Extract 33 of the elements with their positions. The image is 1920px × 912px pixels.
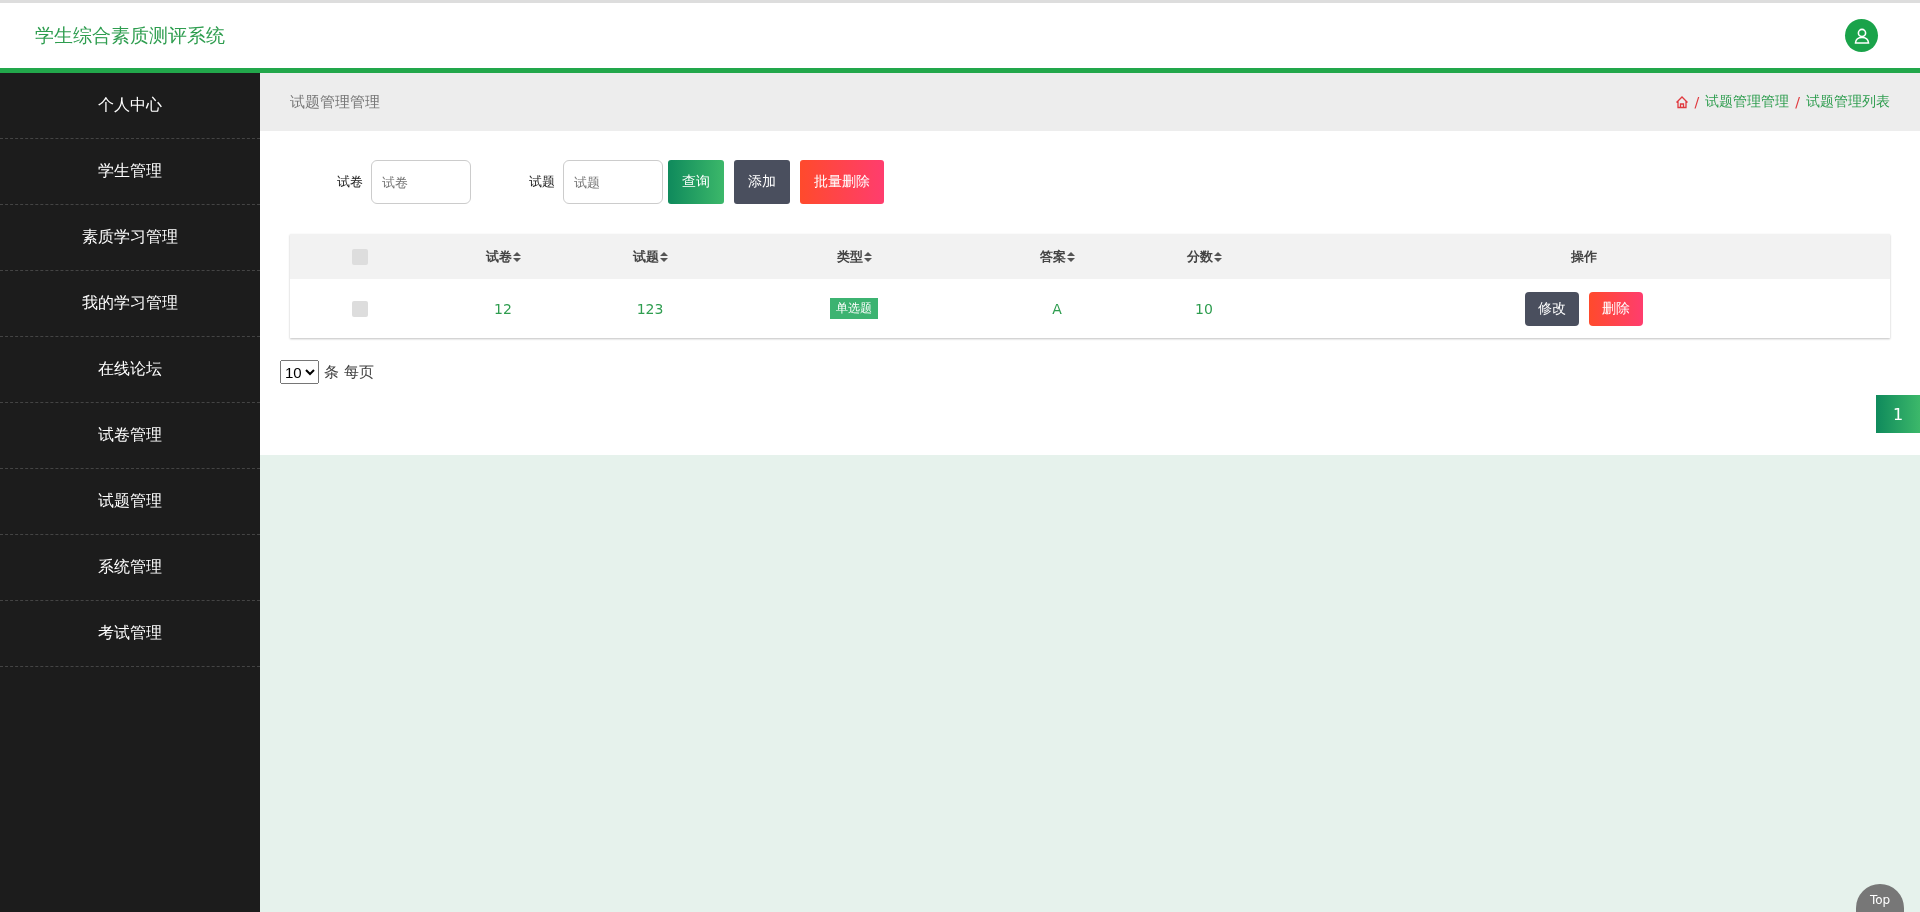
- column-header[interactable]: 分数: [1186, 247, 1222, 266]
- sort-icon: [512, 251, 521, 262]
- user-avatar-icon[interactable]: [1845, 19, 1878, 52]
- table-cell: 123: [636, 300, 664, 317]
- search-field[interactable]: 试题: [563, 160, 663, 204]
- column-header: 操作: [1571, 247, 1597, 266]
- user-icon: [1852, 26, 1871, 45]
- table-cell: 10: [1195, 300, 1213, 317]
- column-header[interactable]: 答案: [1039, 247, 1075, 266]
- page-size-label: 条 每页: [324, 362, 374, 382]
- field-label: 试卷: [337, 173, 363, 191]
- row-checkbox[interactable]: [352, 300, 368, 317]
- search-field[interactable]: 试卷: [371, 160, 471, 204]
- page-title: 试题管理管理: [290, 92, 380, 112]
- sort-icon: [1213, 251, 1222, 262]
- column-header[interactable]: 试题: [632, 247, 668, 266]
- page-size-select[interactable]: 10: [280, 360, 319, 384]
- search-button[interactable]: 查询: [668, 160, 724, 204]
- app-title: 学生综合素质测评系统: [35, 22, 225, 48]
- edit-button[interactable]: 修改: [1525, 291, 1579, 326]
- table-cell: A: [1052, 300, 1062, 317]
- column-header[interactable]: 试卷: [485, 247, 521, 266]
- field-label: 试题: [529, 173, 555, 191]
- breadcrumb-separator: /: [1795, 94, 1800, 110]
- column-header[interactable]: 类型: [836, 247, 872, 266]
- table-cell: 12: [494, 300, 512, 317]
- type-tag: 单选题: [830, 298, 878, 319]
- sort-icon: [863, 251, 872, 262]
- add-button[interactable]: 添加: [734, 160, 790, 204]
- sort-icon: [1066, 251, 1075, 262]
- home-icon: [1674, 95, 1689, 109]
- sort-icon: [659, 251, 668, 262]
- breadcrumb-separator: /: [1694, 94, 1700, 110]
